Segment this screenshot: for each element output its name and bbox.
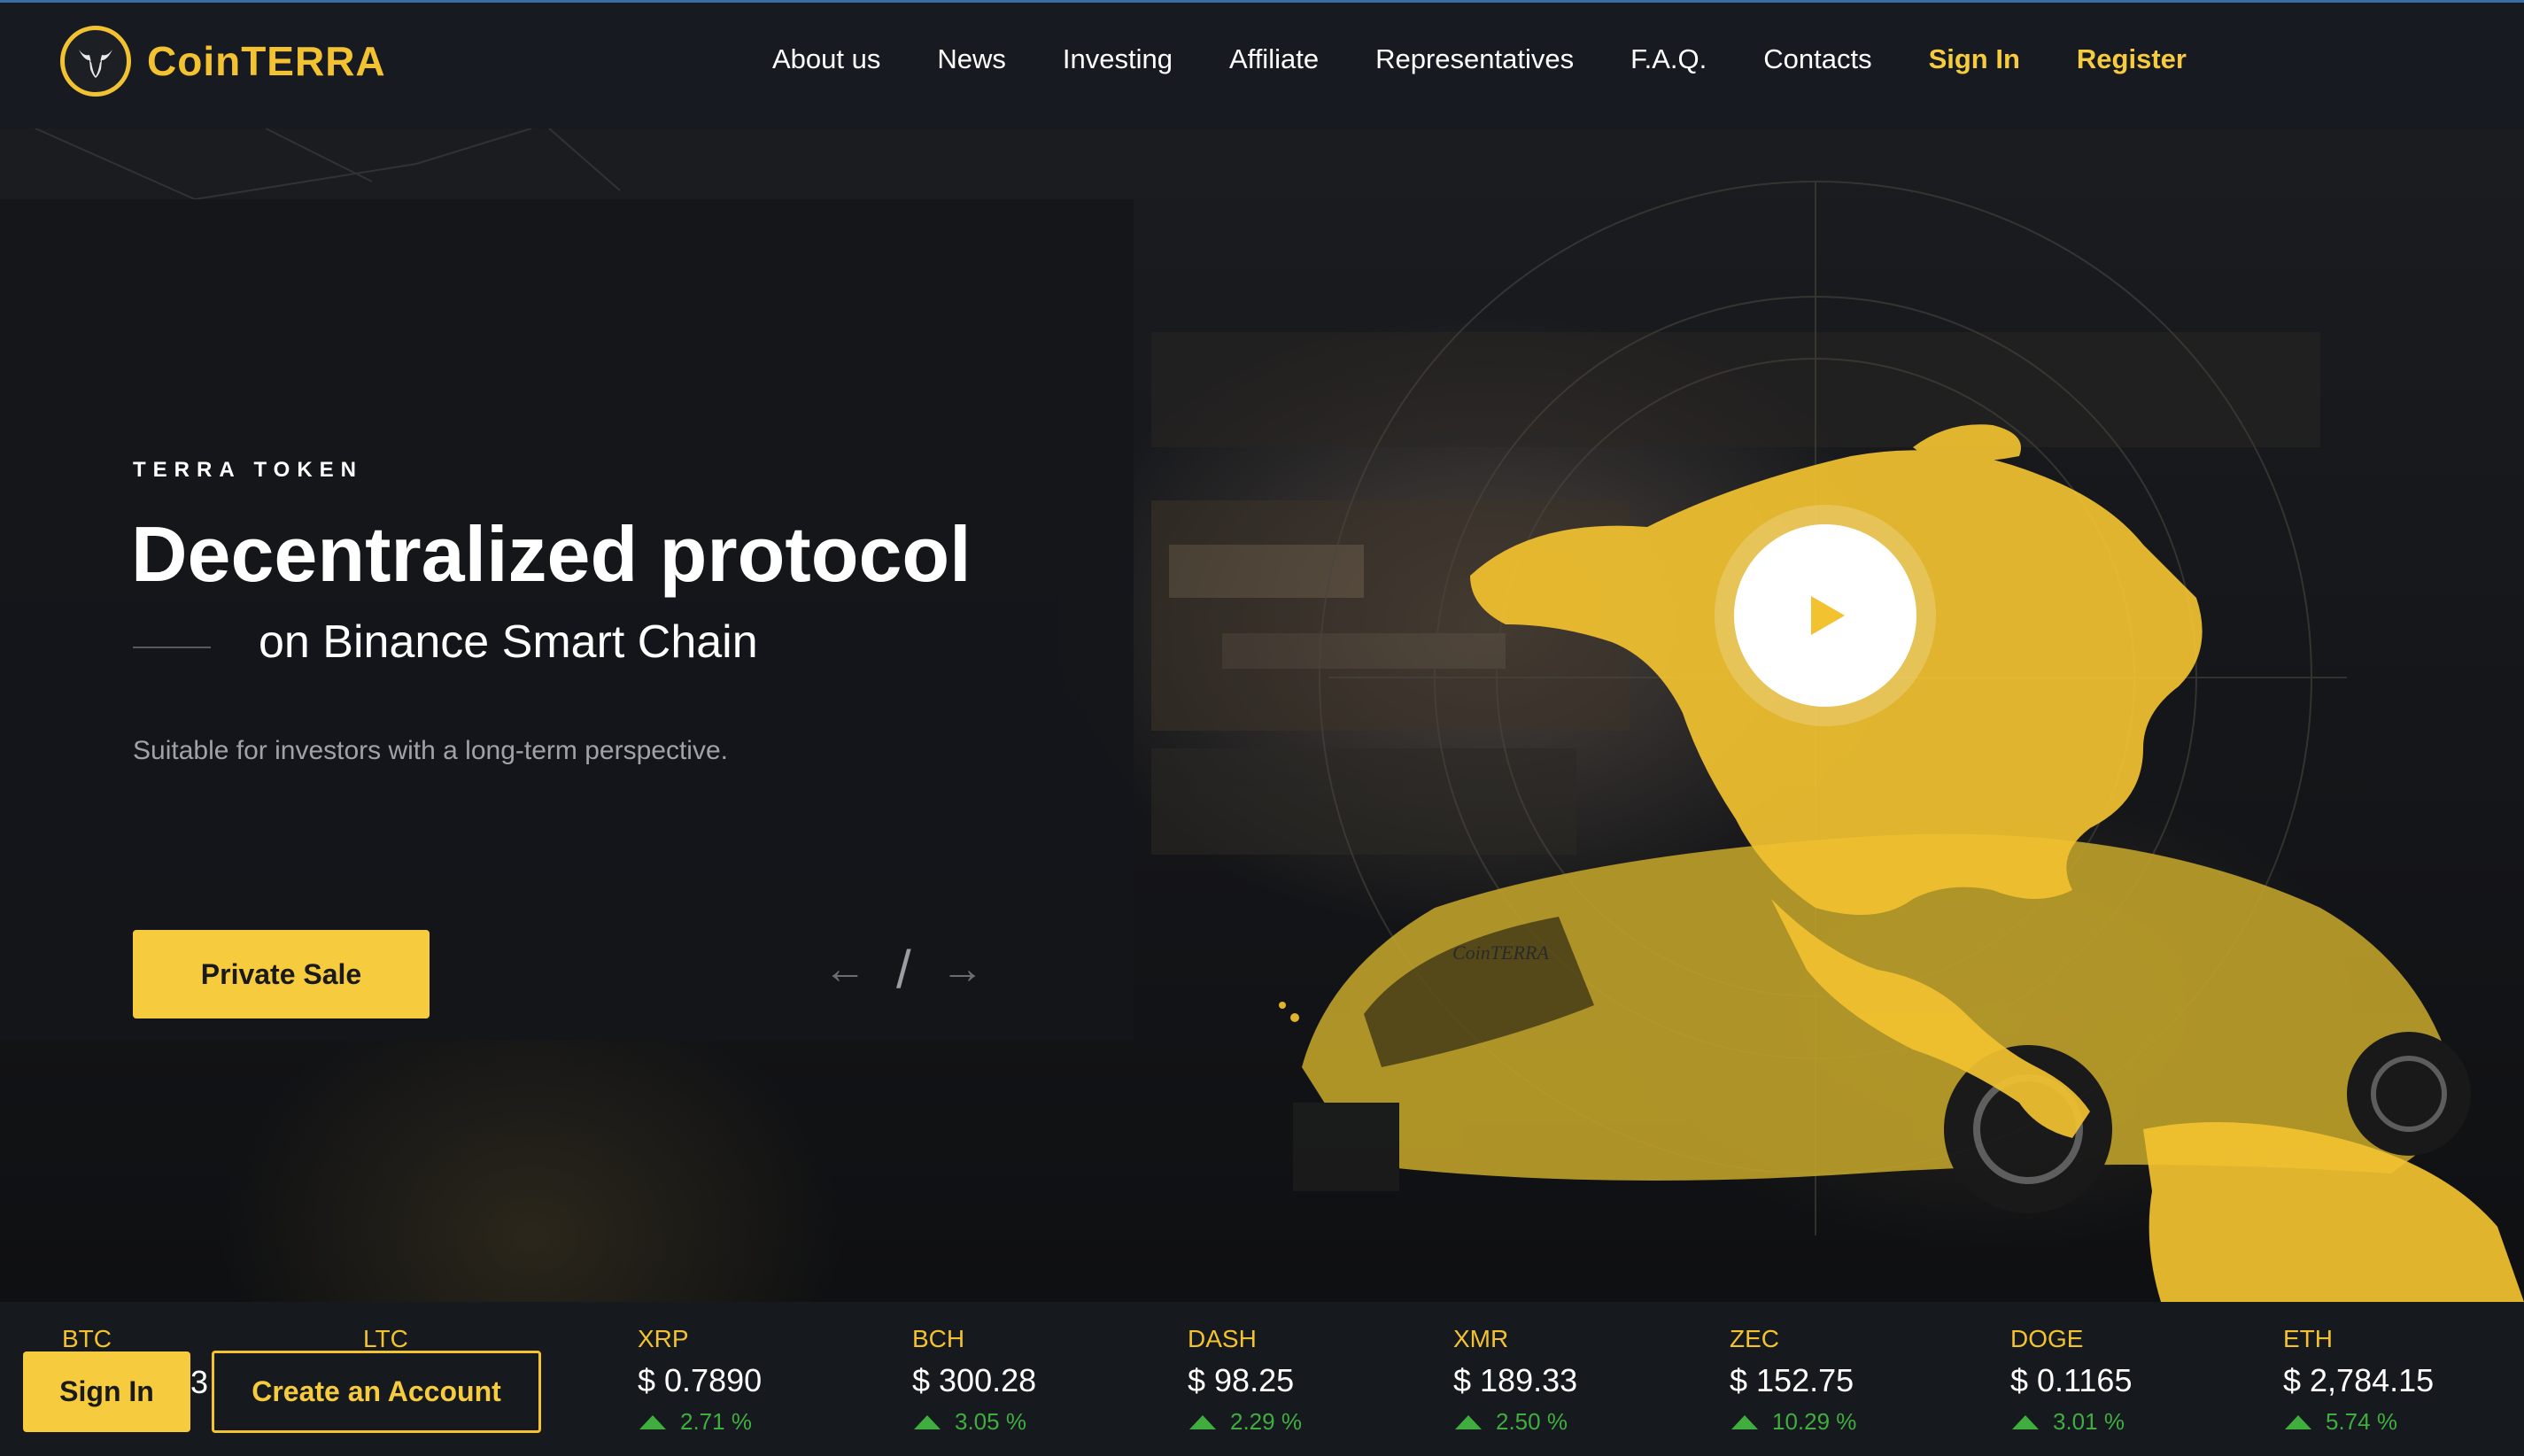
play-video-button[interactable]	[1734, 524, 1916, 707]
slider-controls: ← / →	[824, 939, 984, 1000]
ticker-item: BCH $ 300.28 3.05 %	[912, 1325, 1036, 1436]
ticker-symbol: BCH	[912, 1325, 965, 1352]
ticker-change: 5.74 %	[2283, 1408, 2434, 1436]
ticker-symbol: XMR	[1453, 1325, 1509, 1352]
ticker-change-value: 5.74 %	[2326, 1408, 2397, 1435]
arrow-up-icon	[2285, 1415, 2311, 1429]
ticker-symbol: ZEC	[1730, 1325, 1779, 1352]
ticker-price: $ 189.33	[1453, 1362, 1578, 1398]
ticker-change-value: 2.50 %	[1496, 1408, 1568, 1435]
ticker-item: XMR $ 189.33 2.50 %	[1453, 1325, 1577, 1436]
arrow-up-icon	[639, 1415, 666, 1429]
create-account-button[interactable]: Create an Account	[212, 1351, 541, 1433]
car-logo-text: CoinTERRA	[1452, 941, 1549, 964]
nav-investing[interactable]: Investing	[1063, 43, 1173, 75]
ticker-price: $ 98.25	[1188, 1362, 1295, 1398]
ticker-price: $ 152.75	[1730, 1362, 1854, 1398]
nav-contacts[interactable]: Contacts	[1763, 43, 1871, 75]
brand-name: CoinTERRA	[147, 38, 386, 84]
slider-separator: /	[896, 940, 911, 999]
ticker-change: 2.50 %	[1453, 1408, 1577, 1436]
private-sale-button[interactable]: Private Sale	[133, 930, 430, 1018]
subtitle-divider	[133, 647, 211, 648]
ticker-change: 3.01 %	[2010, 1408, 2132, 1436]
arrow-up-icon	[1455, 1415, 1482, 1429]
ticker-change-value: 3.01 %	[2053, 1408, 2125, 1435]
ticker-price: $ 0.7890	[638, 1362, 763, 1398]
ticker-item: DASH $ 98.25 2.29 %	[1188, 1325, 1302, 1436]
ticker-item: XRP $ 0.7890 2.71 %	[638, 1325, 762, 1436]
arrow-left-icon[interactable]: ←	[824, 945, 866, 994]
hero-title: Decentralized protocol	[131, 510, 972, 598]
bottom-signin-button[interactable]: Sign In	[23, 1351, 190, 1432]
ticker-symbol: DOGE	[2010, 1325, 2084, 1352]
ticker-symbol: ETH	[2283, 1325, 2333, 1352]
bull-head-icon	[60, 26, 131, 97]
arrow-right-icon[interactable]: →	[941, 945, 984, 994]
ticker-change: 2.29 %	[1188, 1408, 1302, 1436]
ticker-change: 2.71 %	[638, 1408, 762, 1436]
ticker-price-partial: 3	[190, 1364, 209, 1400]
ticker-symbol: LTC	[363, 1325, 408, 1352]
ticker-price: $ 300.28	[912, 1362, 1037, 1398]
nav-affiliate[interactable]: Affiliate	[1229, 43, 1319, 75]
arrow-up-icon	[1189, 1415, 1216, 1429]
ticker-change-value: 10.29 %	[1772, 1408, 1857, 1435]
ticker-symbol: BTC	[62, 1325, 112, 1352]
ticker-item: DOGE $ 0.1165 3.01 %	[2010, 1325, 2132, 1436]
play-icon	[1811, 596, 1845, 635]
hero-section: CoinTERRA TERRA TOKEN Decentralized prot…	[0, 128, 2524, 1302]
ticker-change-value: 2.71 %	[680, 1408, 752, 1435]
arrow-up-icon	[1731, 1415, 1758, 1429]
brand-logo[interactable]: CoinTERRA	[60, 26, 386, 97]
hero-subtitle: on Binance Smart Chain	[259, 616, 758, 668]
nav-signin[interactable]: Sign In	[1929, 43, 2020, 75]
ticker-item: ETH $ 2,784.15 5.74 %	[2283, 1325, 2434, 1436]
ticker-price: $ 0.1165	[2010, 1362, 2133, 1398]
main-nav: About us News Investing Affiliate Repres…	[772, 43, 2243, 75]
arrow-up-icon	[2012, 1415, 2039, 1429]
hero-eyebrow: TERRA TOKEN	[133, 458, 364, 482]
ticker-change-value: 3.05 %	[955, 1408, 1026, 1435]
nav-news[interactable]: News	[937, 43, 1006, 75]
ticker-item: ZEC $ 152.75 10.29 %	[1730, 1325, 1856, 1436]
arrow-up-icon	[914, 1415, 941, 1429]
ticker-change: 3.05 %	[912, 1408, 1036, 1436]
ticker-change-value: 2.29 %	[1230, 1408, 1302, 1435]
ticker-symbol: DASH	[1188, 1325, 1257, 1352]
hero-description: Suitable for investors with a long-term …	[133, 736, 728, 765]
ticker-item: LTC	[363, 1325, 408, 1353]
ticker-change: 10.29 %	[1730, 1408, 1856, 1436]
nav-register[interactable]: Register	[2077, 43, 2187, 75]
nav-representatives[interactable]: Representatives	[1375, 43, 1574, 75]
ticker-price: $ 2,784.15	[2283, 1362, 2435, 1398]
ticker-symbol: XRP	[638, 1325, 689, 1352]
site-header: CoinTERRA About us News Investing Affili…	[0, 3, 2524, 128]
nav-faq[interactable]: F.A.Q.	[1630, 43, 1707, 75]
ticker-item: BTC	[62, 1325, 112, 1353]
nav-about[interactable]: About us	[772, 43, 880, 75]
